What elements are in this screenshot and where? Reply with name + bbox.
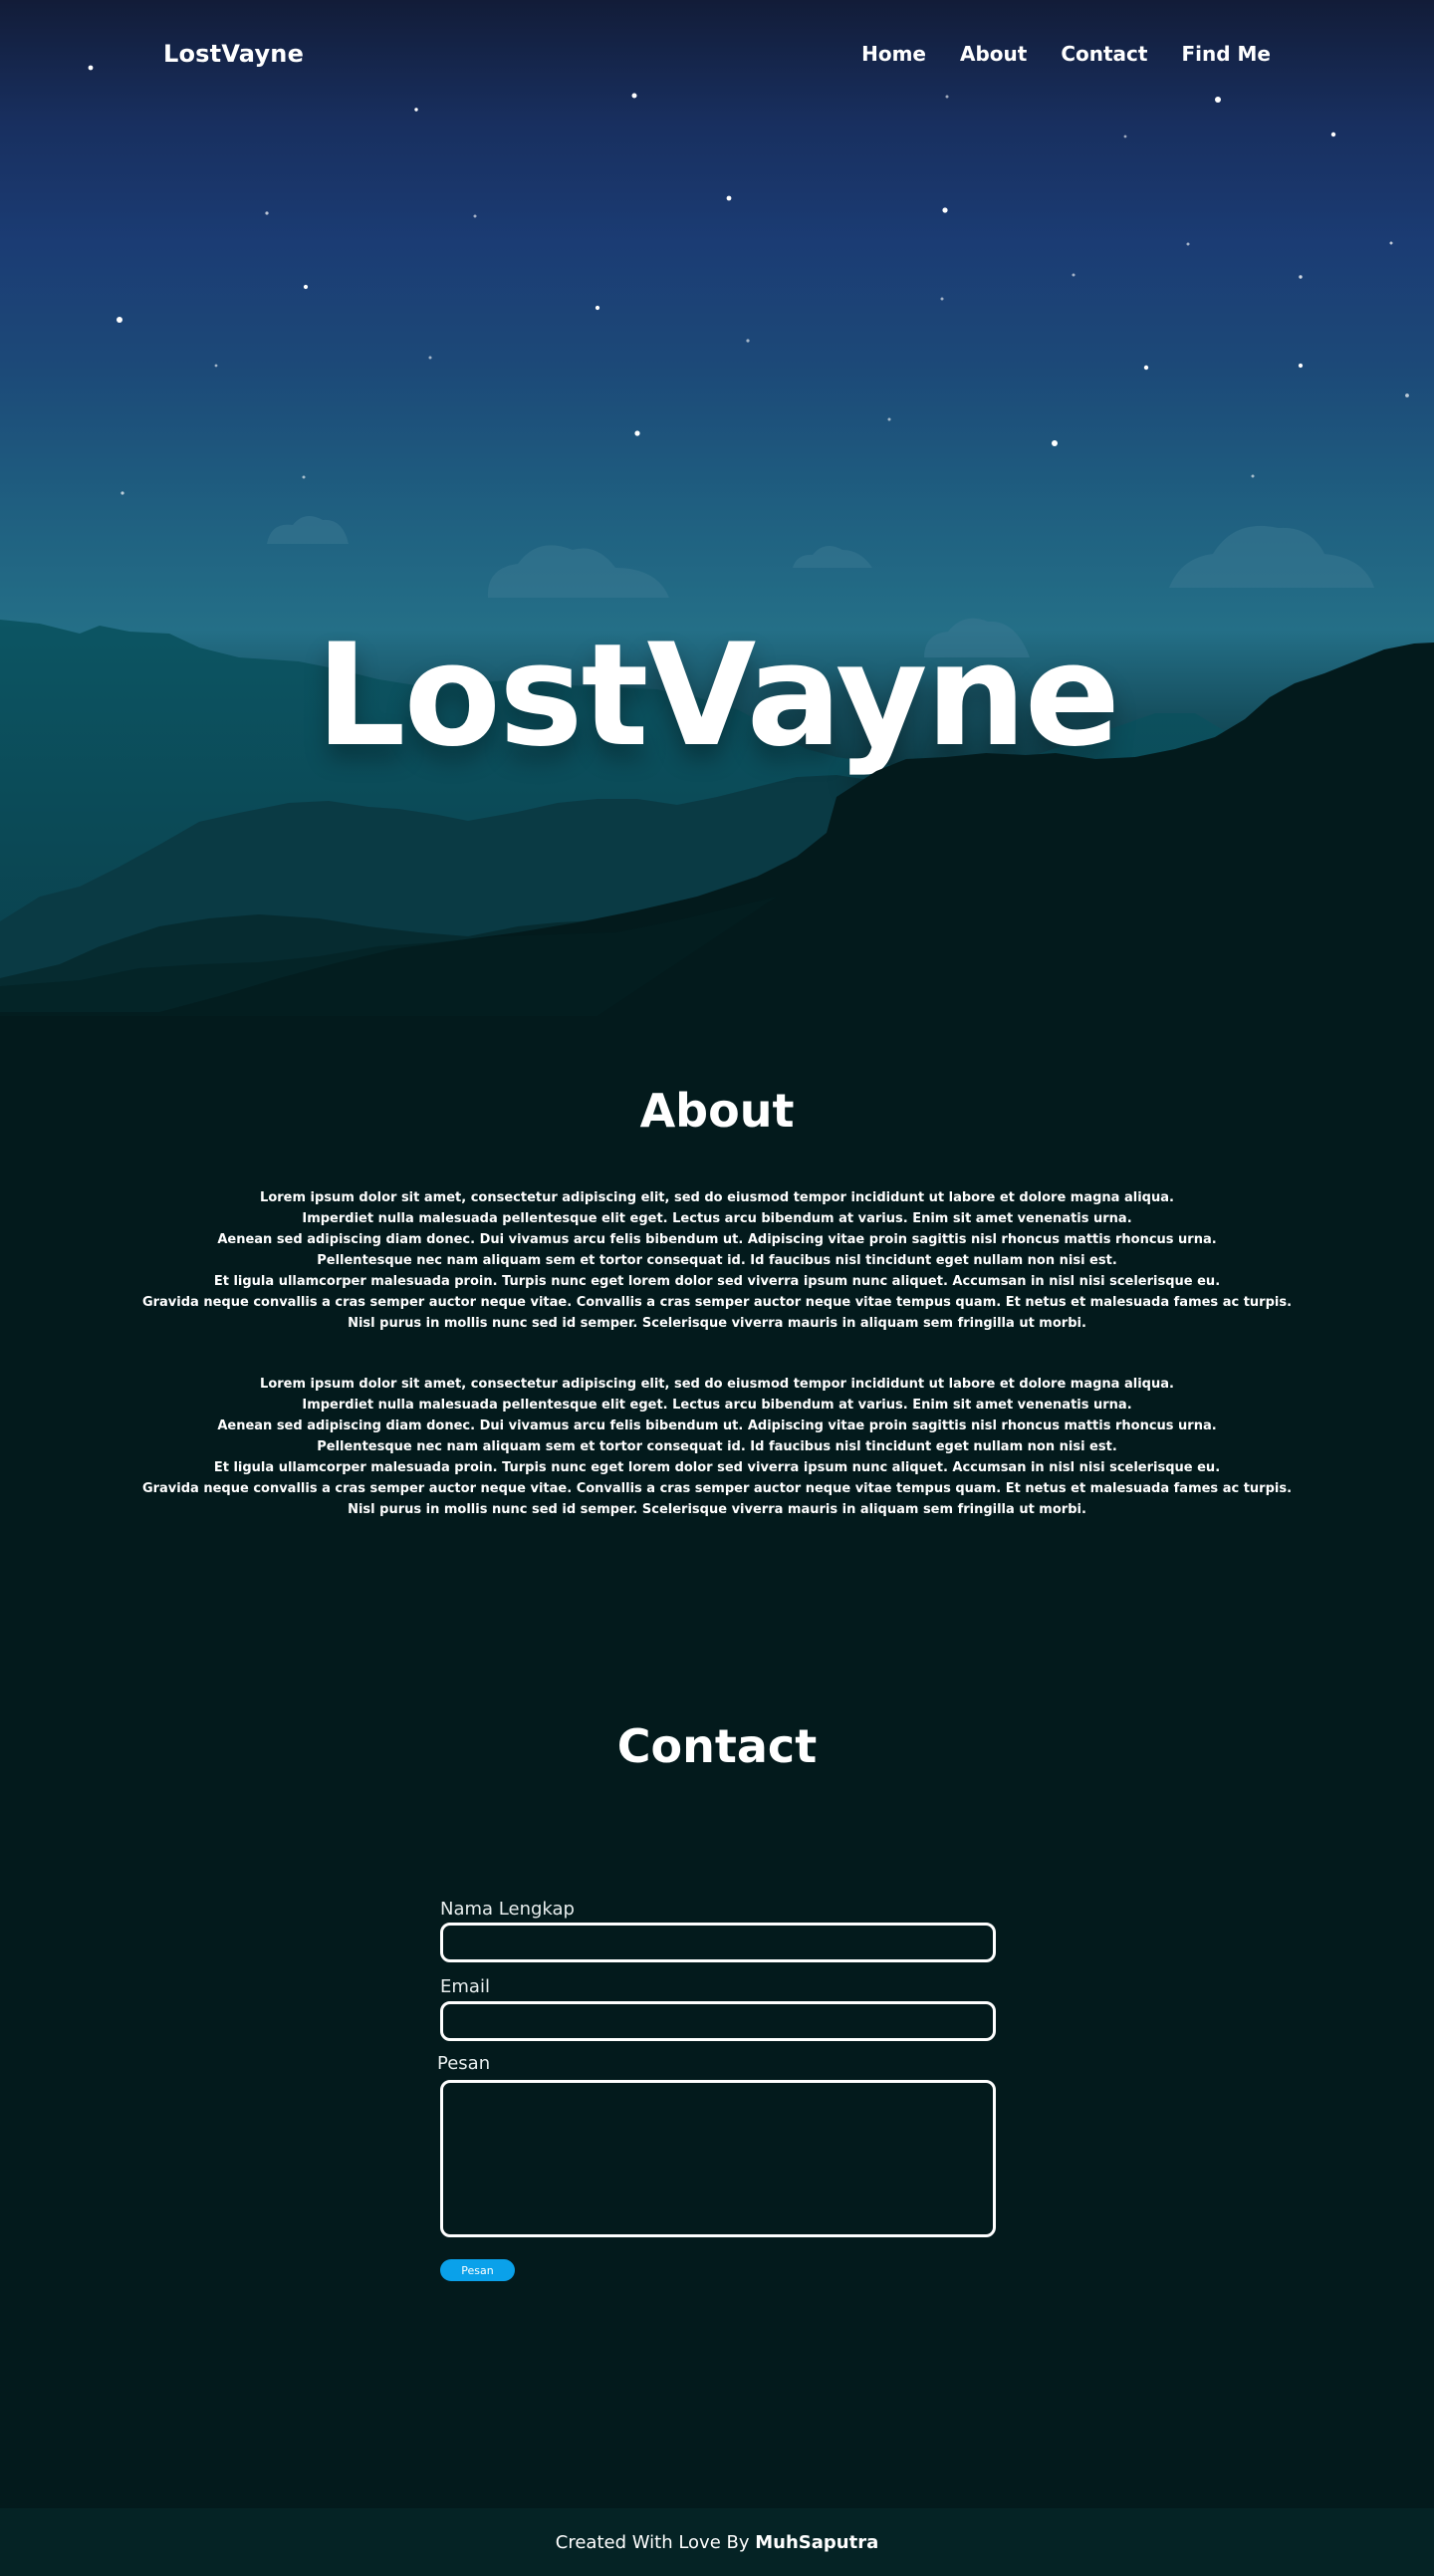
- brand-logo[interactable]: LostVayne: [163, 40, 304, 68]
- footer-credit: Created With Love By MuhSaputra: [0, 2532, 1434, 2553]
- paragraph-line: Imperdiet nulla malesuada pellentesque e…: [302, 1211, 1132, 1226]
- night-sky-illustration: [0, 65, 1434, 1016]
- paragraph-line: Et ligula ullamcorper malesuada proin. T…: [213, 1274, 1221, 1289]
- paragraph-line: Gravida neque convallis a cras semper au…: [141, 1295, 1293, 1310]
- about-title: About: [639, 1084, 795, 1138]
- nav-link-find-me[interactable]: Find Me: [1181, 42, 1271, 66]
- submit-button[interactable]: Pesan: [440, 2259, 515, 2281]
- about-paragraph: Lorem ipsum dolor sit amet, consectetur …: [120, 1374, 1314, 1520]
- about-section: About Lorem ipsum dolor sit amet, consec…: [0, 1016, 1434, 1634]
- paragraph-line: Gravida neque convallis a cras semper au…: [141, 1481, 1293, 1496]
- paragraph-line: Aenean sed adipiscing diam donec. Dui vi…: [217, 1232, 1217, 1247]
- nav-link-about[interactable]: About: [960, 42, 1027, 66]
- nav-link-home[interactable]: Home: [861, 42, 926, 66]
- paragraph-line: Pellentesque nec nam aliquam sem et tort…: [317, 1439, 1117, 1454]
- name-label: Nama Lengkap: [440, 1899, 575, 1920]
- message-label: Pesan: [437, 2053, 491, 2074]
- footer-author: MuhSaputra: [755, 2532, 879, 2553]
- about-paragraph: Lorem ipsum dolor sit amet, consectetur …: [120, 1187, 1314, 1334]
- hero-section: LostVayne Home About Contact Find Me Los…: [0, 0, 1434, 1016]
- message-field[interactable]: [440, 2080, 996, 2237]
- paragraph-line: Et ligula ullamcorper malesuada proin. T…: [213, 1460, 1221, 1475]
- paragraph-line: Pellentesque nec nam aliquam sem et tort…: [317, 1253, 1117, 1268]
- paragraph-line: Nisl purus in mollis nunc sed id semper.…: [348, 1316, 1086, 1331]
- nav-links: Home About Contact Find Me: [861, 42, 1271, 66]
- paragraph-line: Imperdiet nulla malesuada pellentesque e…: [302, 1398, 1132, 1413]
- name-field[interactable]: [440, 1923, 996, 1962]
- paragraph-line: Nisl purus in mollis nunc sed id semper.…: [348, 1502, 1086, 1517]
- contact-title: Contact: [616, 1719, 818, 1773]
- stars: [88, 65, 1409, 495]
- nav-link-contact[interactable]: Contact: [1061, 42, 1147, 66]
- footer-credit-prefix: Created With Love By: [555, 2532, 756, 2553]
- hero-title: LostVayne: [316, 614, 1120, 778]
- contact-section: Contact Nama Lengkap Email Pesan Pesan: [0, 1634, 1434, 2510]
- paragraph-line: Lorem ipsum dolor sit amet, consectetur …: [260, 1377, 1174, 1392]
- email-field[interactable]: [440, 2001, 996, 2041]
- footer: Created With Love By MuhSaputra: [0, 2508, 1434, 2576]
- email-label: Email: [440, 1976, 490, 1997]
- paragraph-line: Aenean sed adipiscing diam donec. Dui vi…: [217, 1418, 1217, 1433]
- paragraph-line: Lorem ipsum dolor sit amet, consectetur …: [260, 1190, 1174, 1205]
- navbar: LostVayne Home About Contact Find Me: [0, 0, 1434, 112]
